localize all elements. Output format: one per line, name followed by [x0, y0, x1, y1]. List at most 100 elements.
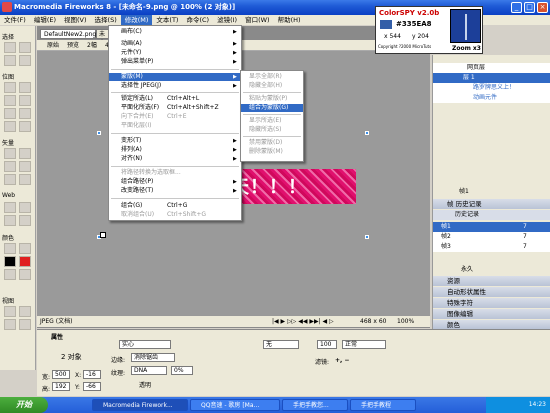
panel-autoshape-props[interactable]: 自动形状属性 — [433, 287, 550, 297]
menu-item-selective-jpeg[interactable]: 选择性 JPEG(J) ▶ — [109, 82, 241, 90]
selection-handle[interactable] — [365, 235, 369, 239]
text-tool-icon[interactable] — [19, 161, 31, 172]
y-field[interactable]: -66 — [83, 382, 101, 391]
frames-panel-header[interactable]: 帧 历史记录 — [433, 199, 550, 209]
menu-modify[interactable]: 修改(M) — [120, 15, 153, 25]
layer-object-text[interactable]: 路罗牌思义上！ — [433, 83, 550, 93]
menu-item-arrange[interactable]: 排列(A) ▶ — [109, 146, 241, 154]
zoom-tool-icon[interactable] — [19, 319, 31, 330]
stroke-color-swatch[interactable] — [4, 256, 16, 267]
x-field[interactable]: -16 — [83, 370, 101, 379]
menu-item-alter-path[interactable]: 改变路径(T) ▶ — [109, 187, 241, 195]
frame-row-1[interactable]: 帧1 7 — [433, 222, 550, 232]
menu-item-symbol[interactable]: 元件(Y) ▶ — [109, 49, 241, 57]
blur-tool-icon[interactable] — [4, 121, 16, 132]
transparent-checkbox[interactable]: 透明 — [139, 380, 151, 389]
menu-item-canvas[interactable]: 画布(C) ▶ — [109, 28, 241, 36]
layer-web[interactable]: 网页层 — [433, 63, 550, 73]
hotspot-tool-icon[interactable] — [4, 202, 16, 213]
menu-item-lock-selection[interactable]: 锁定所选(L) Ctrl+Alt+L — [109, 95, 241, 103]
panel-assets[interactable]: 资源 — [433, 276, 550, 286]
menu-file[interactable]: 文件(F) — [0, 15, 30, 25]
selection-handle[interactable] — [97, 131, 101, 135]
task-qq[interactable]: QQ音速 - 歌房 [Ma... — [190, 399, 280, 411]
texture-select[interactable]: DNA — [131, 366, 167, 375]
menu-item-flatten-selection[interactable]: 平面化所选(F) Ctrl+Alt+Shift+Z — [109, 104, 241, 112]
eraser-tool-icon[interactable] — [19, 108, 31, 119]
panel-image-edit[interactable]: 图像编辑 — [433, 309, 550, 319]
pen-tool-icon[interactable] — [19, 148, 31, 159]
pencil-tool-icon[interactable] — [4, 108, 16, 119]
freeform-tool-icon[interactable] — [4, 174, 16, 185]
menu-item-combine-paths[interactable]: 组合路径(P) ▶ — [109, 178, 241, 186]
subselect-tool-icon[interactable] — [19, 42, 31, 53]
menu-item-animation[interactable]: 动画(A) ▶ — [109, 40, 241, 48]
task-tutorial-2[interactable]: 手把手教程 — [350, 399, 416, 411]
width-field[interactable]: 500 — [52, 370, 70, 379]
fill-type-select[interactable]: 实心 — [119, 340, 171, 349]
height-field[interactable]: 192 — [52, 382, 70, 391]
view-original-tab[interactable]: 原始 — [47, 41, 59, 50]
menu-item-mask[interactable]: 蒙版(M) ▶ — [109, 73, 241, 81]
slice-tool-icon[interactable] — [19, 202, 31, 213]
minimize-button[interactable]: _ — [511, 2, 522, 13]
magic-wand-icon[interactable] — [4, 95, 16, 106]
scale-tool-icon[interactable] — [4, 55, 16, 66]
hide-slices-icon[interactable] — [4, 215, 16, 226]
start-button[interactable]: 开始 — [0, 397, 48, 413]
menu-item-group[interactable]: 组合(G) Ctrl+G — [109, 202, 241, 210]
selection-handle[interactable] — [365, 131, 369, 135]
standard-screen-icon[interactable] — [4, 306, 16, 317]
eyedropper-tool-icon[interactable] — [4, 243, 16, 254]
task-tutorial-1[interactable]: 手把手教您... — [282, 399, 348, 411]
brush-tool-icon[interactable] — [19, 95, 31, 106]
knife-tool-icon[interactable] — [19, 174, 31, 185]
layer-1[interactable]: 层 1 — [433, 73, 550, 83]
show-slices-icon[interactable] — [19, 215, 31, 226]
menu-help[interactable]: 帮助(H) — [274, 15, 305, 25]
opacity-field[interactable]: 100 — [317, 340, 337, 349]
default-colors-icon[interactable] — [4, 269, 16, 280]
hand-tool-icon[interactable] — [4, 319, 16, 330]
view-2up-tab[interactable]: 2幅 — [87, 41, 97, 50]
task-fireworks[interactable]: Macromedia Firework... — [92, 399, 188, 411]
document-tab[interactable]: DefaultNew2.png* — [40, 29, 99, 39]
menu-select[interactable]: 选择(S) — [91, 15, 121, 25]
add-filter-button[interactable]: +, − — [335, 357, 349, 364]
edge-select[interactable]: 消除锯齿 — [131, 353, 175, 362]
crop-tool-icon[interactable] — [19, 55, 31, 66]
pointer-tool-icon[interactable] — [4, 42, 16, 53]
fullscreen-icon[interactable] — [19, 306, 31, 317]
close-button[interactable]: × — [537, 2, 548, 13]
menu-view[interactable]: 视图(V) — [60, 15, 91, 25]
blend-mode-select[interactable]: 正常 — [342, 340, 386, 349]
panel-special-chars[interactable]: 特殊字符 — [433, 298, 550, 308]
panel-colors[interactable]: 颜色 — [433, 320, 550, 329]
rubber-stamp-icon[interactable] — [19, 121, 31, 132]
menu-edit[interactable]: 编辑(E) — [30, 15, 60, 25]
line-tool-icon[interactable] — [4, 148, 16, 159]
menu-item-transform[interactable]: 变形(T) ▶ — [109, 137, 241, 145]
submenu-group-as-mask[interactable]: 组合为蒙版(G) — [241, 104, 303, 112]
stroke-select[interactable]: 无 — [263, 340, 299, 349]
frame-controls-icon[interactable]: |◀ ▶ ▷▷ ◀◀ ▶▶| ◀ ▷ — [272, 316, 334, 327]
paint-bucket-icon[interactable] — [19, 243, 31, 254]
zoom-level-select[interactable]: 100% — [397, 316, 414, 327]
texture-percent[interactable]: 0% — [171, 366, 193, 375]
menu-item-align[interactable]: 对齐(N) ▶ — [109, 155, 241, 163]
rectangle-tool-icon[interactable] — [4, 161, 16, 172]
menu-text[interactable]: 文本(T) — [152, 15, 182, 25]
menu-window[interactable]: 窗口(W) — [241, 15, 274, 25]
swap-colors-icon[interactable] — [19, 269, 31, 280]
view-preview-tab[interactable]: 预览 — [67, 41, 79, 50]
maximize-button[interactable]: □ — [524, 2, 535, 13]
menu-filters[interactable]: 滤镜(I) — [213, 15, 241, 25]
layer-object-anim[interactable]: 动画元件 — [433, 93, 550, 103]
canvas-image[interactable]: 天！！！ — [225, 169, 356, 204]
menu-commands[interactable]: 命令(C) — [182, 15, 213, 25]
frame-row-3[interactable]: 帧3 7 — [433, 242, 550, 252]
colorspy-window[interactable]: ColorSPY v2.0b #335EA8 x 544 y 204 Copyr… — [375, 6, 483, 54]
menu-item-popup-menu[interactable]: 弹出菜单(P) ▶ — [109, 58, 241, 66]
history-tab[interactable]: 历史记录 — [433, 210, 550, 220]
lasso-tool-icon[interactable] — [19, 82, 31, 93]
